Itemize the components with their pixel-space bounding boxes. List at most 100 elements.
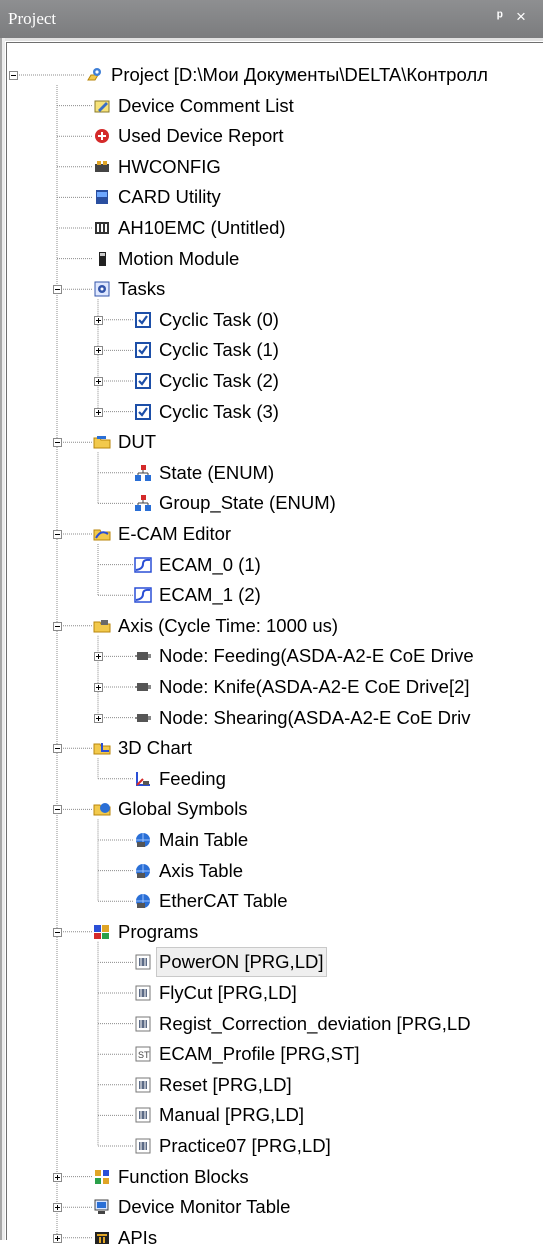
tree-node-label: Axis (Cycle Time: 1000 us) (118, 614, 339, 636)
ld-program-icon (134, 1015, 152, 1033)
tree-node-label: APIs (118, 1226, 158, 1248)
cam-curve-icon (134, 556, 152, 574)
tree-node-axis-table[interactable]: Axis Table (134, 857, 245, 885)
expand-toggle-icon[interactable] (94, 407, 103, 417)
tree-node-label: ECAM_0 (1) (159, 553, 261, 575)
tree-node-node-knife[interactable]: Node: Knife(ASDA-A2-E CoE Drive[2] (134, 673, 472, 701)
tree-node-dut[interactable]: DUT (93, 428, 158, 456)
card-icon (93, 188, 111, 206)
tree-node-label: Feeding (159, 767, 226, 789)
tree-node-node-feeding[interactable]: Node: Feeding(ASDA-A2-E CoE Drive (134, 642, 476, 670)
tree-node-poweron[interactable]: PowerON [PRG,LD] (134, 947, 327, 978)
tree-node-reset[interactable]: Reset [PRG,LD] (134, 1071, 294, 1099)
collapse-toggle-icon[interactable] (53, 530, 62, 539)
folder-axis-icon (93, 617, 111, 635)
expand-toggle-icon[interactable] (94, 713, 103, 723)
tree-node-manual[interactable]: Manual [PRG,LD] (134, 1101, 306, 1129)
tree-node-ah10emc[interactable]: AH10EMC (Untitled) (93, 214, 288, 242)
collapse-toggle-icon[interactable] (53, 744, 62, 754)
tree-node-label: Main Table (159, 829, 249, 850)
tree-node-ecam-1[interactable]: ECAM_1 (2) (134, 581, 263, 609)
expand-toggle-icon[interactable] (94, 346, 103, 356)
project-tree[interactable]: Project [D:\Мои Документы\DELTA\Контролл… (0, 38, 543, 1248)
tree-node-label: Practice07 [PRG,LD] (159, 1135, 331, 1156)
tree-node-flycut[interactable]: FlyCut [PRG,LD] (134, 979, 299, 1007)
tree-node-label: E-CAM Editor (118, 523, 232, 544)
tree-node-axis[interactable]: Axis (Cycle Time: 1000 us) (93, 612, 340, 640)
tree-node-group-state-enum[interactable]: Group_State (ENUM) (134, 489, 338, 517)
tree-node-label: Project [D:\Мои Документы\DELTA\Контролл (111, 64, 488, 85)
expand-toggle-icon[interactable] (53, 1172, 62, 1182)
expand-toggle-icon[interactable] (94, 377, 103, 386)
tree-node-regist-correction[interactable]: Regist_Correction_deviation [PRG,LD (134, 1010, 473, 1038)
expand-toggle-icon[interactable] (53, 1233, 62, 1243)
collapse-toggle-icon[interactable] (9, 71, 18, 80)
tree-node-node-shearing[interactable]: Node: Shearing(ASDA-A2-E CoE Driv (134, 704, 473, 732)
tree-node-3d-chart[interactable]: 3D Chart (93, 734, 194, 762)
tree-node-motion-module[interactable]: Motion Module (93, 245, 241, 273)
tree-node-label: State (ENUM) (159, 461, 275, 483)
tree-node-ethercat-table[interactable]: EtherCAT Table (134, 887, 290, 915)
panel-title: Project (8, 9, 57, 28)
ld-program-icon (134, 1076, 152, 1094)
project-gear-icon (86, 66, 104, 84)
comment-pencil-icon (93, 97, 111, 115)
close-icon[interactable]: × (516, 7, 526, 27)
servo-icon (134, 709, 152, 727)
tree-node-tasks[interactable]: Tasks (93, 275, 167, 303)
module-icon (93, 250, 111, 268)
tree-node-cyclic-task-2[interactable]: Cyclic Task (2) (134, 367, 281, 395)
tree-node-programs[interactable]: Programs (93, 918, 200, 946)
ld-program-icon (134, 1106, 152, 1124)
tree-node-ecam-0[interactable]: ECAM_0 (1) (134, 551, 263, 579)
collapse-toggle-icon[interactable] (53, 621, 62, 631)
tree-node-device-comment-list[interactable]: Device Comment List (93, 92, 296, 120)
checkbox-icon (134, 341, 152, 359)
ld-program-icon (134, 1137, 152, 1155)
tree-node-used-device-report[interactable]: Used Device Report (93, 122, 286, 150)
tree-node-global-symbols[interactable]: Global Symbols (93, 795, 250, 823)
checkbox-icon (134, 311, 152, 329)
tree-node-label: EtherCAT Table (159, 890, 288, 912)
tree-node-cyclic-task-1[interactable]: Cyclic Task (1) (134, 336, 281, 364)
tree-node-practice07[interactable]: Practice07 [PRG,LD] (134, 1132, 333, 1160)
svg-text:ST: ST (138, 1050, 150, 1060)
expand-toggle-icon[interactable] (94, 315, 103, 325)
tree-node-main-table[interactable]: Main Table (134, 826, 250, 854)
servo-icon (134, 647, 152, 665)
api-icon (93, 1229, 111, 1247)
tree-node-function-blocks[interactable]: Function Blocks (93, 1163, 251, 1191)
tree-node-project[interactable]: Project [D:\Мои Документы\DELTA\Контролл (86, 61, 490, 89)
tree-node-label: FlyCut [PRG,LD] (159, 982, 297, 1003)
expand-toggle-icon[interactable] (94, 683, 103, 692)
tree-node-device-monitor-table[interactable]: Device Monitor Table (93, 1193, 292, 1221)
tree-node-card-utility[interactable]: CARD Utility (93, 183, 223, 211)
tree-node-hwconfig[interactable]: HWCONFIG (93, 153, 223, 181)
collapse-toggle-icon[interactable] (53, 927, 62, 937)
collapse-toggle-icon[interactable] (53, 438, 62, 448)
collapse-toggle-icon[interactable] (53, 285, 62, 295)
servo-icon (134, 678, 152, 696)
monitor-icon (93, 1198, 111, 1216)
pin-icon[interactable]: ᵖ (497, 8, 503, 25)
tree-node-chart-feeding[interactable]: Feeding (134, 765, 228, 793)
tree-node-label: Regist_Correction_deviation [PRG,LD (159, 1012, 471, 1034)
function-blocks-icon (93, 1168, 111, 1186)
enum-icon (134, 464, 152, 482)
tree-node-label: Programs (118, 920, 199, 942)
tree-node-apis[interactable]: APIs (93, 1224, 159, 1252)
collapse-toggle-icon[interactable] (53, 805, 62, 815)
cam-curve-icon (134, 586, 152, 604)
tree-node-cyclic-task-3[interactable]: Cyclic Task (3) (134, 398, 281, 426)
checkbox-icon (134, 403, 152, 421)
tree-node-label: Cyclic Task (1) (159, 339, 279, 361)
device-report-icon (93, 127, 111, 145)
expand-toggle-icon[interactable] (53, 1203, 62, 1213)
tree-node-cyclic-task-0[interactable]: Cyclic Task (0) (134, 306, 281, 334)
checkbox-icon (134, 372, 152, 390)
tree-node-state-enum[interactable]: State (ENUM) (134, 459, 276, 487)
tree-node-ecam-profile[interactable]: ST ECAM_Profile [PRG,ST] (134, 1040, 361, 1068)
tree-node-label: Node: Shearing(ASDA-A2-E CoE Driv (159, 706, 471, 728)
tree-node-ecam-editor[interactable]: E-CAM Editor (93, 520, 233, 548)
expand-toggle-icon[interactable] (94, 652, 103, 662)
